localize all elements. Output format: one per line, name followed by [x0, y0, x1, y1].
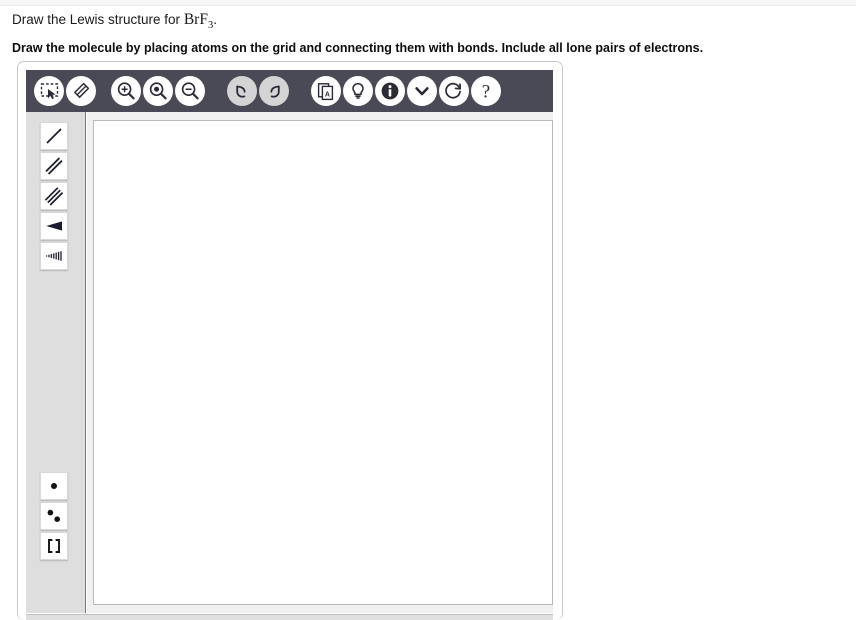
reset-icon[interactable] — [439, 76, 469, 106]
eraser-icon[interactable] — [66, 76, 96, 106]
single-bond-tool[interactable] — [40, 122, 68, 150]
svg-text:A: A — [325, 91, 330, 98]
hash-bond-tool[interactable] — [40, 242, 68, 270]
molecule-editor-panel: A ? — [17, 61, 563, 620]
single-electron-tool[interactable] — [40, 472, 68, 500]
editor-toolbar: A ? — [26, 70, 553, 112]
instruction-text: Draw the molecule by placing atoms on th… — [12, 41, 704, 55]
wedge-bond-tool[interactable] — [40, 212, 68, 240]
zoom-out-icon[interactable] — [175, 76, 205, 106]
zoom-in-icon[interactable] — [111, 76, 141, 106]
info-icon[interactable] — [375, 76, 405, 106]
help-icon[interactable]: ? — [471, 76, 501, 106]
lone-pair-tool[interactable] — [40, 502, 68, 530]
prompt-lead-text: Draw the Lewis structure for — [12, 12, 181, 27]
page-root: Draw the Lewis structure for BrF3. Draw … — [0, 0, 856, 620]
zoom-fit-icon[interactable] — [143, 76, 173, 106]
double-bond-tool[interactable] — [40, 152, 68, 180]
drawing-canvas[interactable] — [93, 120, 553, 605]
prompt-period: . — [213, 12, 217, 27]
svg-text:?: ? — [482, 82, 490, 102]
select-rectangle-icon[interactable] — [34, 76, 64, 106]
undo-icon[interactable] — [227, 76, 257, 106]
triple-bond-tool[interactable] — [40, 182, 68, 210]
redo-icon[interactable] — [259, 76, 289, 106]
copy-document-icon[interactable]: A — [311, 76, 341, 106]
element-palette-bar: + - C H O N S P F Br Cl I X More — [26, 614, 553, 620]
molecule-formula: BrF3 — [183, 11, 213, 32]
lightbulb-icon[interactable] — [343, 76, 373, 106]
drawing-tool-rail — [26, 112, 86, 613]
formula-base: BrF — [183, 11, 208, 28]
charge-bracket-tool[interactable] — [40, 532, 68, 560]
chevron-down-icon[interactable] — [407, 76, 437, 106]
page-top-band — [0, 0, 856, 6]
page-title: Draw the Lewis structure for BrF3. — [12, 12, 217, 34]
canvas-container — [87, 112, 553, 613]
